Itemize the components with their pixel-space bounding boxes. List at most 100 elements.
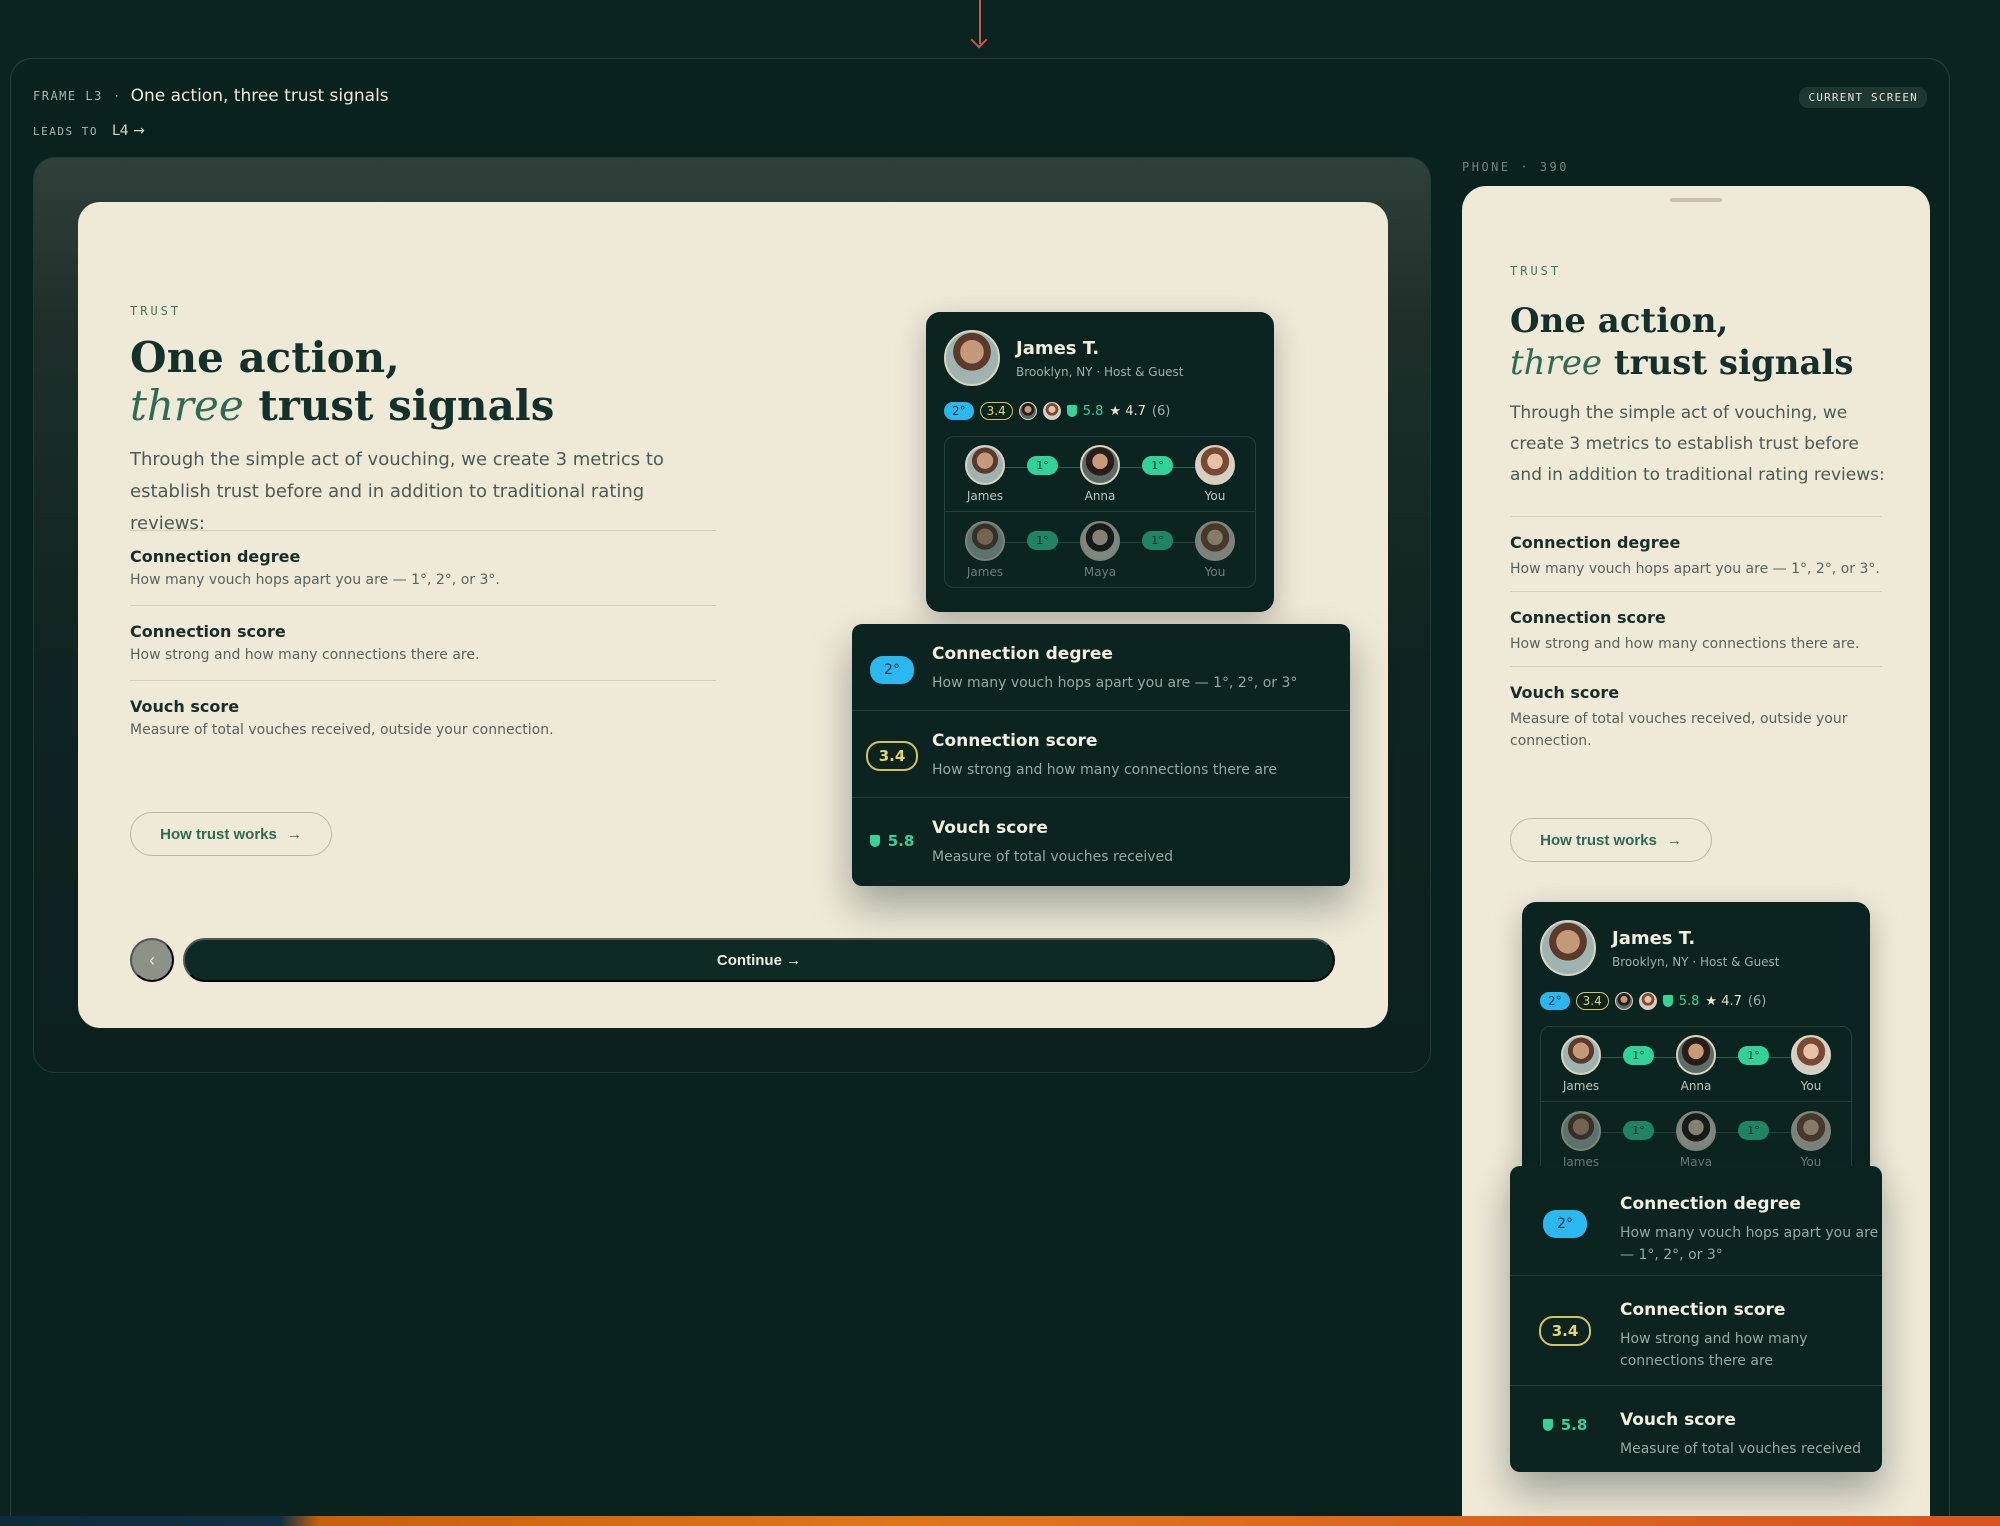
vouch-badge: 5.8 [869,832,915,850]
metric-list: Connection degree How many vouch hops ap… [1510,516,1882,757]
metrics-panel: 2° Connection degree How many vouch hops… [852,624,1350,886]
title-rest: trust signals [243,381,555,430]
desktop-preview: TRUST One action, three trust signals Th… [33,157,1431,1073]
chevron-left-icon: ‹ [149,949,155,970]
rating: ★ 4.7 [1705,993,1742,1009]
panel-icon: 5.8 [852,832,932,850]
back-button[interactable]: ‹ [130,938,174,982]
metric-desc: Measure of total vouches received, outsi… [130,722,554,738]
profile-badges: 2° 3.4 5.8 ★ 4.7 (6) [1540,992,1766,1010]
how-trust-works-button[interactable]: How trust works → [130,812,332,856]
shield-icon [1542,1419,1553,1431]
profile-header: James T. Brooklyn, NY · Host & Guest [1540,920,1780,976]
title-line1: One action, [1510,301,1729,341]
hop-badge: 1° [1623,1045,1654,1065]
metric-item: Vouch score Measure of total vouches rec… [130,681,716,756]
intro-text: Through the simple act of vouching, we c… [130,449,664,534]
chain-node: You [1781,1035,1841,1093]
mini-avatar [1018,402,1037,420]
shield-icon [869,835,880,847]
profile-card: James T. Brooklyn, NY · Host & Guest 2° … [1522,902,1870,1202]
title-emphasis: three [1510,343,1603,383]
panel-item: 3.4 Connection score How strong and how … [1510,1276,1882,1386]
panel-title: Connection score [932,731,1098,751]
panel-desc: How strong and how many connections ther… [932,762,1277,778]
degree-badge: 2° [870,656,914,684]
panel-item: 5.8 Vouch score Measure of total vouches… [852,798,1350,885]
avatar [1080,520,1120,561]
panel-item: 3.4 Connection score How strong and how … [852,711,1350,798]
avatar [1080,445,1120,485]
panel-title: Connection degree [932,644,1113,664]
hop-badge: 1° [1623,1121,1654,1140]
phone-preview: TRUST One action, three trust signals Th… [1462,186,1930,1526]
avatar [1561,1110,1601,1151]
metric-item: Connection score How strong and how many… [130,606,716,681]
metric-title: Connection score [1510,608,1666,627]
rating-count: (6) [1747,993,1767,1009]
avatar [965,445,1005,485]
panel-icon: 3.4 [852,741,932,771]
score-badge: 3.4 [1539,1316,1591,1346]
hop-badge: 1° [1142,455,1173,475]
avatar [1561,1035,1601,1075]
score-badge: 3.4 [1575,992,1609,1010]
arrow-right-icon: → [1666,831,1682,849]
metrics-panel: 2° Connection degree How many vouch hops… [1510,1166,1882,1472]
vouch-value: 5.8 [887,832,915,850]
how-trust-works-button[interactable]: How trust works → [1510,818,1712,862]
page-title: One action, three trust signals [1510,300,1854,384]
score-badge: 3.4 [866,741,918,771]
chain-row: James 1° Anna 1° You [1541,1027,1851,1102]
metric-title: Connection degree [1510,533,1681,552]
title-emphasis: three [130,381,244,430]
panel-item: 5.8 Vouch score Measure of total vouches… [1510,1386,1882,1472]
chain-node: James [1551,1035,1611,1093]
how-button-label: How trust works [160,825,277,843]
panel-title: Vouch score [932,818,1048,838]
profile-card: James T. Brooklyn, NY · Host & Guest 2° … [926,312,1274,612]
connection-chain: James 1° Anna 1° You James 1° Maya 1° Yo… [1540,1026,1852,1178]
mini-avatar [1614,992,1633,1010]
leads-to-label: LEADS TO [33,124,98,138]
eyebrow: TRUST [130,304,182,318]
profile-name: James T. [1016,337,1100,359]
intro-text: Through the simple act of vouching, we c… [1510,403,1885,485]
mini-avatar [1042,402,1061,420]
vouch-badge: 5.8 [1542,1416,1587,1434]
node-label: You [1204,564,1226,579]
frame-tag: FRAME L3 [33,89,103,103]
leads-to-link[interactable]: L4 → [112,123,145,139]
chain-node: Anna [1070,445,1130,503]
panel-item: 2° Connection degree How many vouch hops… [1510,1166,1882,1276]
profile-name: James T. [1612,927,1696,949]
panel-icon: 3.4 [1510,1316,1620,1346]
metric-title: Vouch score [1510,683,1620,702]
connection-chain: James 1° Anna 1° You James 1° Maya 1° Yo… [944,436,1256,588]
chain-row: James 1° Anna 1° You [945,437,1255,512]
panel-desc: Measure of total vouches received [1620,1441,1862,1457]
avatar [1195,445,1235,485]
panel-icon: 2° [852,656,932,684]
profile-location: Brooklyn, NY · Host & Guest [1016,364,1184,379]
node-label: James [1562,1079,1600,1093]
panel-title: Vouch score [1620,1410,1736,1430]
chain-node: James [955,445,1015,503]
drag-handle[interactable] [1670,198,1722,202]
avatar [1540,920,1596,976]
score-badge: 3.4 [979,402,1013,420]
panel-title: Connection score [1620,1300,1786,1320]
node-label: Maya [1083,564,1117,579]
title-rest: trust signals [1602,343,1854,383]
profile-header: James T. Brooklyn, NY · Host & Guest [944,330,1184,386]
continue-button[interactable]: Continue → [183,938,1335,982]
panel-title: Connection degree [1620,1194,1801,1214]
metric-item: Connection score How strong and how many… [1510,592,1882,667]
panel-icon: 2° [1510,1210,1620,1238]
metric-desc: How many vouch hops apart you are — 1°, … [1510,561,1880,577]
avatar [965,520,1005,561]
chain-node: You [1781,1110,1841,1169]
rating: ★ 4.7 [1109,403,1146,419]
degree-badge: 2° [1543,1210,1587,1238]
node-label: Anna [1084,489,1116,503]
